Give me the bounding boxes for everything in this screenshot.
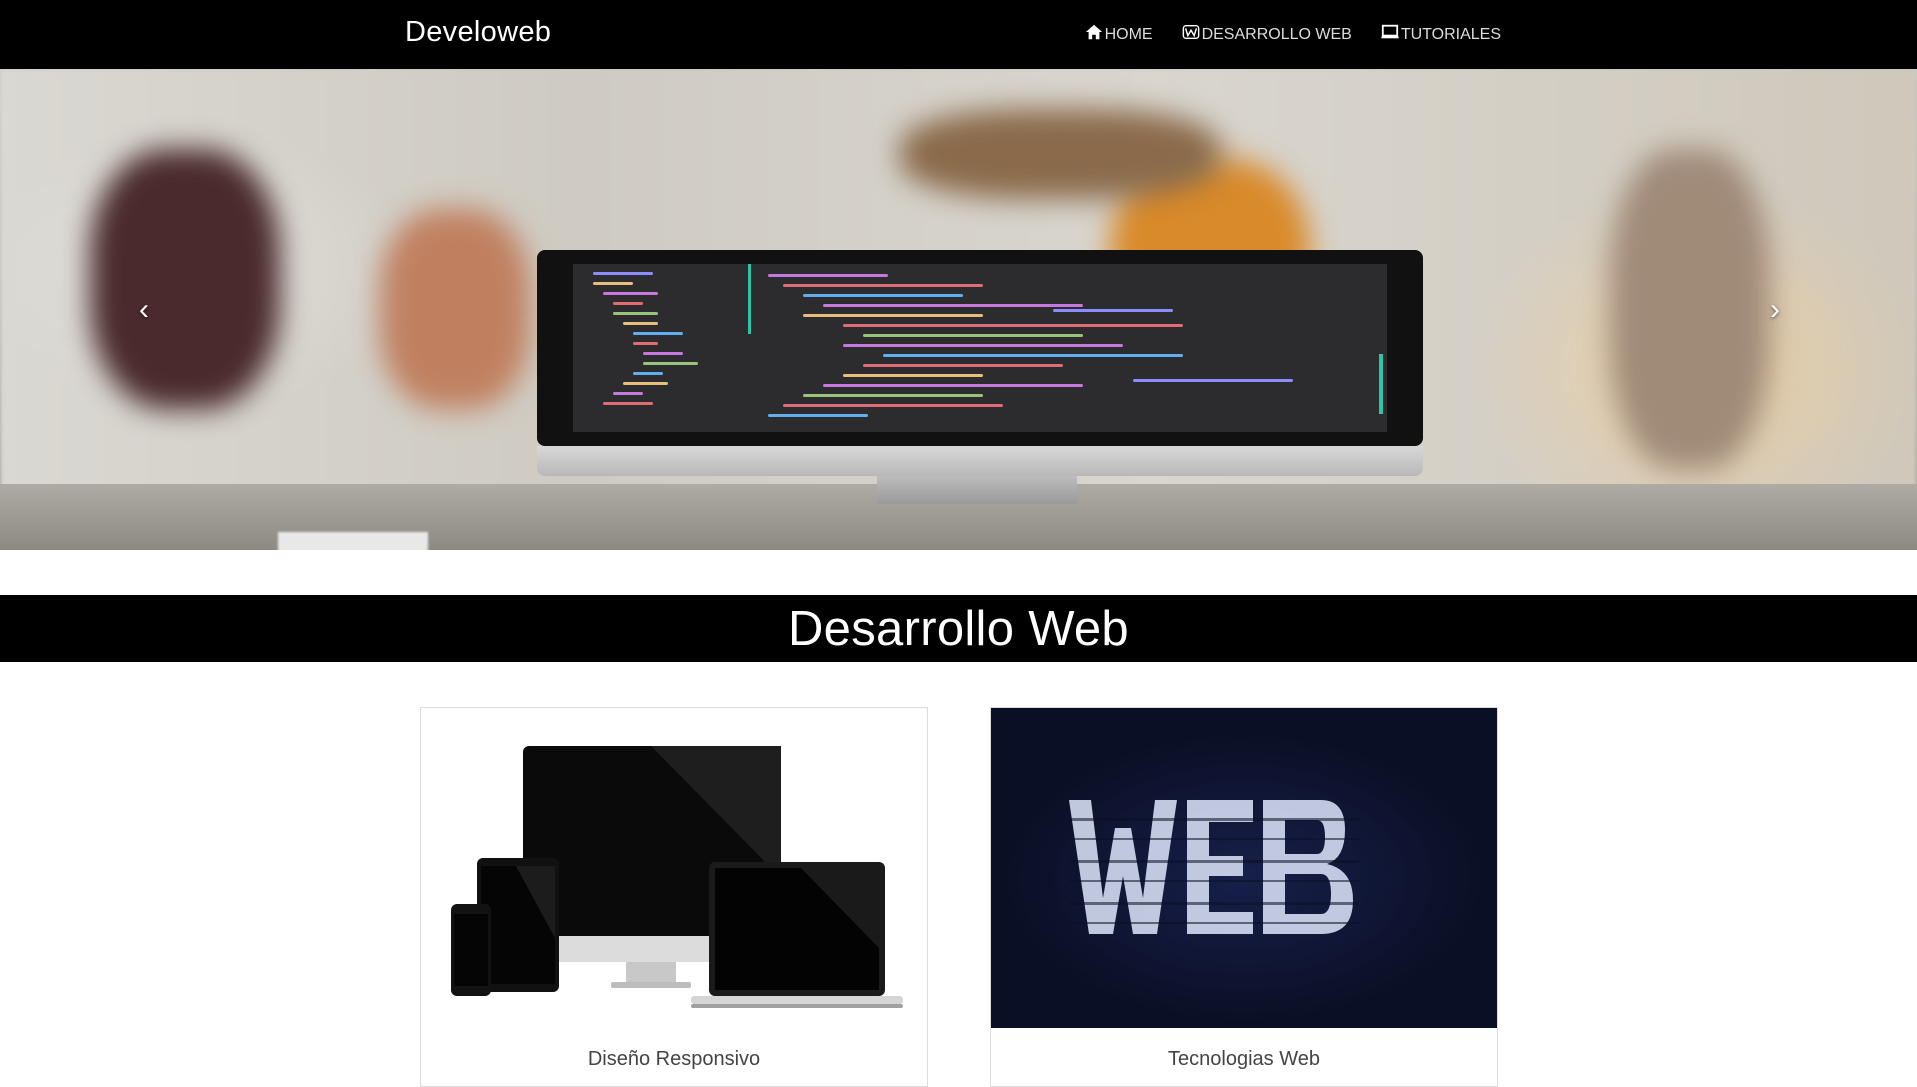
nav-item-desarrollo-web[interactable]: DESARROLLO WEB <box>1182 23 1352 46</box>
nav-item-tutoriales[interactable]: TUTORIALES <box>1381 23 1501 46</box>
pencil-cup <box>278 532 428 550</box>
card-caption[interactable]: Diseño Responsivo <box>421 1048 927 1071</box>
monitor-frame <box>537 250 1423 446</box>
brand-logo-link[interactable]: Develoweb <box>405 16 551 49</box>
background-person <box>380 209 530 409</box>
responsive-devices-image <box>421 708 927 1028</box>
background-shelf <box>900 109 1220 199</box>
nav-item-label: TUTORIALES <box>1400 25 1501 43</box>
home-icon <box>1085 23 1103 46</box>
top-navbar: Develoweb HOME DESARROLLO WEB TUTORIALES <box>0 0 1917 69</box>
section-title: Desarrollo Web <box>788 601 1129 656</box>
monitor-chin <box>537 446 1423 476</box>
code-screen <box>573 264 1387 432</box>
w-logo-icon <box>1182 23 1200 46</box>
carousel-prev-button[interactable]: ‹ <box>84 69 204 550</box>
nav-item-label: DESARROLLO WEB <box>1201 25 1352 43</box>
monitor-illustration <box>537 250 1423 550</box>
carousel-next-button[interactable]: › <box>1715 69 1835 550</box>
chevron-left-icon: ‹ <box>139 292 149 326</box>
main-nav: HOME DESARROLLO WEB TUTORIALES <box>1085 0 1501 69</box>
card-web-technologies[interactable]: Tecnologias Web <box>990 707 1498 1087</box>
nav-item-label: HOME <box>1104 25 1153 43</box>
web-word-cloud-image <box>991 708 1497 1028</box>
monitor-stand <box>877 476 1077 504</box>
laptop-icon <box>1381 23 1399 46</box>
chevron-right-icon: › <box>1770 292 1780 326</box>
card-caption[interactable]: Tecnologias Web <box>991 1048 1497 1071</box>
hero-carousel: ‹ › <box>0 69 1917 550</box>
nav-item-home[interactable]: HOME <box>1085 23 1153 46</box>
card-responsive-design[interactable]: Diseño Responsivo <box>420 707 928 1087</box>
section-title-bar: Desarrollo Web <box>0 595 1917 662</box>
